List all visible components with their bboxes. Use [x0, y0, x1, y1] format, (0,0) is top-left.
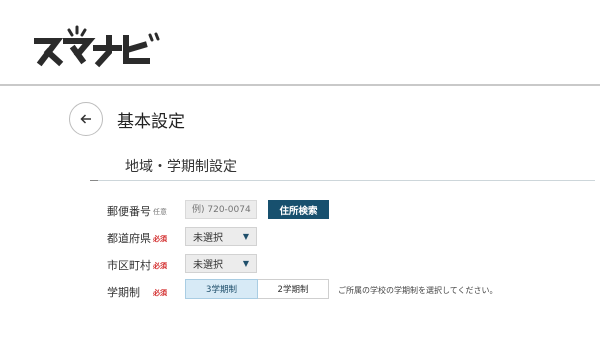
- required-tag: 必須: [153, 262, 167, 270]
- city-label: 市区町村: [107, 259, 151, 272]
- city-select[interactable]: 未選択 ▼: [185, 254, 257, 273]
- back-button[interactable]: [69, 102, 103, 136]
- section-title: 地域・学期制設定: [125, 159, 237, 175]
- page-title: 基本設定: [117, 112, 185, 132]
- term-option-3[interactable]: 3学期制: [185, 279, 258, 299]
- optional-tag: 任意: [153, 208, 167, 216]
- arrow-left-icon: [80, 114, 91, 124]
- caret-down-icon: ▼: [242, 259, 249, 268]
- prefecture-select[interactable]: 未選択 ▼: [185, 227, 257, 246]
- term-system-label: 学期制: [107, 286, 140, 299]
- section-accent: [90, 180, 98, 181]
- required-tag: 必須: [153, 289, 167, 297]
- prefecture-label: 都道府県: [107, 232, 151, 245]
- app-logo[interactable]: [33, 24, 163, 68]
- section-divider: [98, 180, 595, 181]
- term-option-2[interactable]: 2学期制: [258, 279, 329, 299]
- prefecture-value: 未選択: [193, 233, 223, 244]
- header-divider: [0, 84, 600, 86]
- caret-down-icon: ▼: [242, 232, 249, 241]
- city-value: 未選択: [193, 260, 223, 271]
- postal-code-label: 郵便番号: [107, 205, 151, 218]
- required-tag: 必須: [153, 235, 167, 243]
- term-help-text: ご所属の学校の学期制を選択してください。: [338, 286, 498, 295]
- postal-code-input[interactable]: [185, 200, 257, 219]
- address-search-button[interactable]: 住所検索: [268, 200, 329, 219]
